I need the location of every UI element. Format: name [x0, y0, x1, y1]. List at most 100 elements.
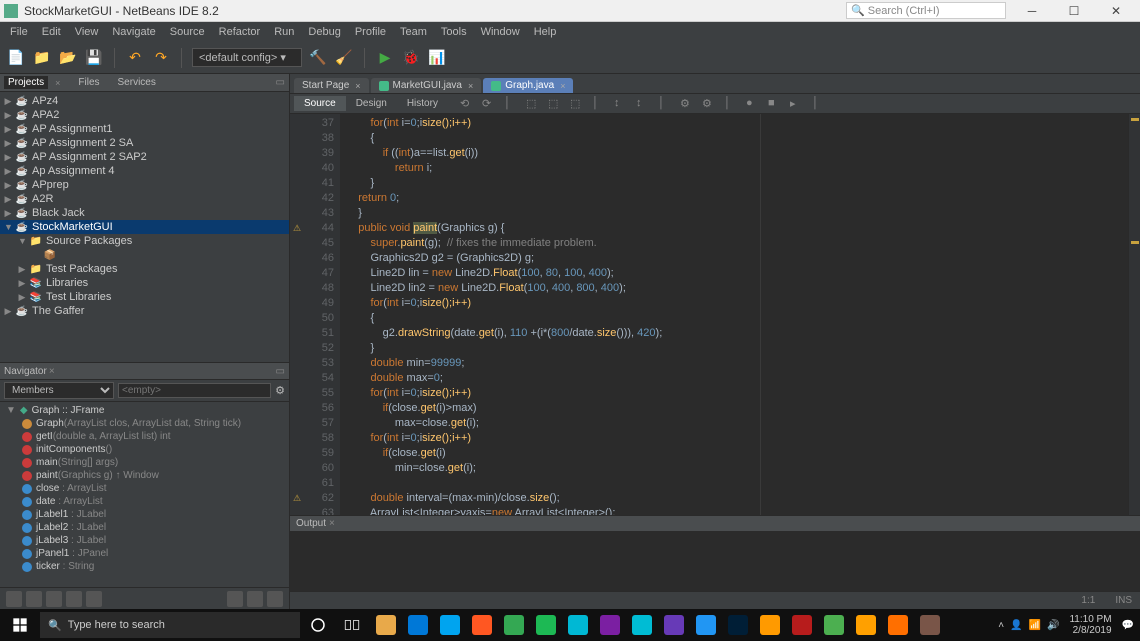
editor-tool-icon[interactable]: │ — [658, 97, 672, 111]
editor-tool-icon[interactable]: ● — [746, 97, 760, 111]
navigator-mode-select[interactable]: Members — [4, 382, 114, 399]
project-item[interactable]: 📦 — [0, 248, 289, 262]
navigator-member[interactable]: close : ArrayList — [0, 482, 289, 495]
editor-tool-icon[interactable]: │ — [504, 97, 518, 111]
menu-debug[interactable]: Debug — [302, 24, 346, 40]
start-button[interactable] — [2, 609, 38, 641]
run-icon[interactable]: ▶ — [375, 48, 395, 68]
taskbar-app-icon[interactable] — [626, 609, 658, 641]
navigator-member[interactable]: jPanel1 : JPanel — [0, 547, 289, 560]
editor-tool-icon[interactable]: ⟳ — [482, 97, 496, 111]
filter-icon[interactable] — [247, 591, 263, 607]
taskbar-app-icon[interactable] — [786, 609, 818, 641]
navigator-member[interactable]: jLabel2 : JLabel — [0, 521, 289, 534]
taskbar-app-icon[interactable] — [850, 609, 882, 641]
taskbar-clock[interactable]: 11:10 PM2/8/2019 — [1065, 614, 1115, 636]
navigator-settings-icon[interactable]: ⚙ — [275, 384, 285, 397]
notifications-icon[interactable]: 💬 — [1122, 620, 1134, 631]
save-all-icon[interactable]: 💾 — [84, 48, 104, 68]
menu-edit[interactable]: Edit — [36, 24, 67, 40]
project-item[interactable]: ▶☕The Gaffer — [0, 304, 289, 318]
taskbar-app-icon[interactable] — [754, 609, 786, 641]
project-item[interactable]: ▶☕Black Jack — [0, 206, 289, 220]
editor-tool-icon[interactable]: ⚙ — [680, 97, 694, 111]
project-item[interactable]: ▶☕AP Assignment1 — [0, 122, 289, 136]
debug-icon[interactable]: 🐞 — [401, 48, 421, 68]
taskbar-app-icon[interactable] — [658, 609, 690, 641]
navigator-member[interactable]: jLabel3 : JLabel — [0, 534, 289, 547]
menu-tools[interactable]: Tools — [435, 24, 473, 40]
panel-tab-services[interactable]: Services — [114, 76, 160, 89]
taskbar-app-icon[interactable] — [402, 609, 434, 641]
code-content[interactable]: for(int i=0;isize();i++) { if ((int)a==l… — [340, 114, 1128, 515]
output-panel-header[interactable]: Output × — [290, 515, 1140, 531]
project-item[interactable]: ▶☕AP Assignment 2 SA — [0, 136, 289, 150]
volume-icon[interactable]: 🔊 — [1047, 620, 1059, 631]
project-item[interactable]: ▼📁Source Packages — [0, 234, 289, 248]
menu-refactor[interactable]: Refactor — [213, 24, 267, 40]
panel-tab-files[interactable]: Files — [74, 76, 103, 89]
navigator-root[interactable]: ▼◆Graph :: JFrame — [0, 404, 289, 417]
open-icon[interactable]: 📂 — [58, 48, 78, 68]
new-project-icon[interactable]: 📁 — [32, 48, 52, 68]
project-item[interactable]: ▶☕Ap Assignment 4 — [0, 164, 289, 178]
project-item[interactable]: ▶☕APz4 — [0, 94, 289, 108]
maximize-button[interactable]: ☐ — [1054, 1, 1094, 21]
filter-icon[interactable] — [267, 591, 283, 607]
taskbar-app-icon[interactable] — [434, 609, 466, 641]
new-file-icon[interactable]: 📄 — [6, 48, 26, 68]
taskbar-app-icon[interactable] — [818, 609, 850, 641]
projects-tree[interactable]: ▶☕APz4▶☕APA2▶☕AP Assignment1▶☕AP Assignm… — [0, 92, 289, 362]
tray-chevron-icon[interactable]: ˄ — [998, 620, 1004, 631]
cortana-icon[interactable] — [302, 609, 334, 641]
editor-tab[interactable]: MarketGUI.java× — [371, 78, 482, 93]
navigator-member[interactable]: ticker : String — [0, 560, 289, 573]
undo-icon[interactable]: ↶ — [125, 48, 145, 68]
taskbar-app-icon[interactable] — [594, 609, 626, 641]
run-config-select[interactable]: <default config> ▾ — [192, 48, 302, 67]
editor-tool-icon[interactable]: ⬚ — [548, 97, 562, 111]
editor-tool-icon[interactable]: ▸ — [790, 97, 804, 111]
clean-build-icon[interactable]: 🧹 — [334, 48, 354, 68]
redo-icon[interactable]: ↷ — [151, 48, 171, 68]
build-icon[interactable]: 🔨 — [308, 48, 328, 68]
filter-icon[interactable] — [227, 591, 243, 607]
editor-tool-icon[interactable]: ⬚ — [570, 97, 584, 111]
people-icon[interactable]: 👤 — [1010, 620, 1022, 631]
filter-icon[interactable] — [6, 591, 22, 607]
editor-subtab-source[interactable]: Source — [294, 96, 346, 111]
taskbar-app-icon[interactable] — [370, 609, 402, 641]
ide-search[interactable]: 🔍 Search (Ctrl+I) — [846, 2, 1006, 19]
navigator-tree[interactable]: ▼◆Graph :: JFrameGraph(ArrayList clos, A… — [0, 402, 289, 587]
navigator-member[interactable]: date : ArrayList — [0, 495, 289, 508]
taskbar-app-icon[interactable] — [882, 609, 914, 641]
navigator-filter-input[interactable] — [118, 383, 271, 398]
menu-team[interactable]: Team — [394, 24, 433, 40]
menu-profile[interactable]: Profile — [349, 24, 392, 40]
minimize-button[interactable]: ─ — [1012, 1, 1052, 21]
project-item[interactable]: ▶☕A2R — [0, 192, 289, 206]
menu-navigate[interactable]: Navigate — [106, 24, 161, 40]
taskview-icon[interactable] — [336, 609, 368, 641]
project-item[interactable]: ▶📚Libraries — [0, 276, 289, 290]
project-item[interactable]: ▶📁Test Packages — [0, 262, 289, 276]
editor-tool-icon[interactable]: ⬚ — [526, 97, 540, 111]
taskbar-app-icon[interactable] — [914, 609, 946, 641]
editor-tool-icon[interactable]: ⟲ — [460, 97, 474, 111]
menu-run[interactable]: Run — [268, 24, 300, 40]
project-item[interactable]: ▶📚Test Libraries — [0, 290, 289, 304]
menu-window[interactable]: Window — [475, 24, 526, 40]
filter-icon[interactable] — [66, 591, 82, 607]
error-stripe[interactable] — [1128, 114, 1140, 515]
taskbar-app-icon[interactable] — [722, 609, 754, 641]
filter-icon[interactable] — [86, 591, 102, 607]
editor-tab[interactable]: Graph.java× — [483, 78, 573, 93]
close-button[interactable]: ✕ — [1096, 1, 1136, 21]
navigator-member[interactable]: paint(Graphics g) ↑ Window — [0, 469, 289, 482]
menu-source[interactable]: Source — [164, 24, 211, 40]
system-tray[interactable]: ˄ 👤 📶 🔊 11:10 PM2/8/2019 💬 — [998, 614, 1138, 636]
taskbar-app-icon[interactable] — [466, 609, 498, 641]
output-panel[interactable] — [290, 531, 1140, 591]
project-item[interactable]: ▶☕APprep — [0, 178, 289, 192]
editor-tool-icon[interactable]: ⚙ — [702, 97, 716, 111]
